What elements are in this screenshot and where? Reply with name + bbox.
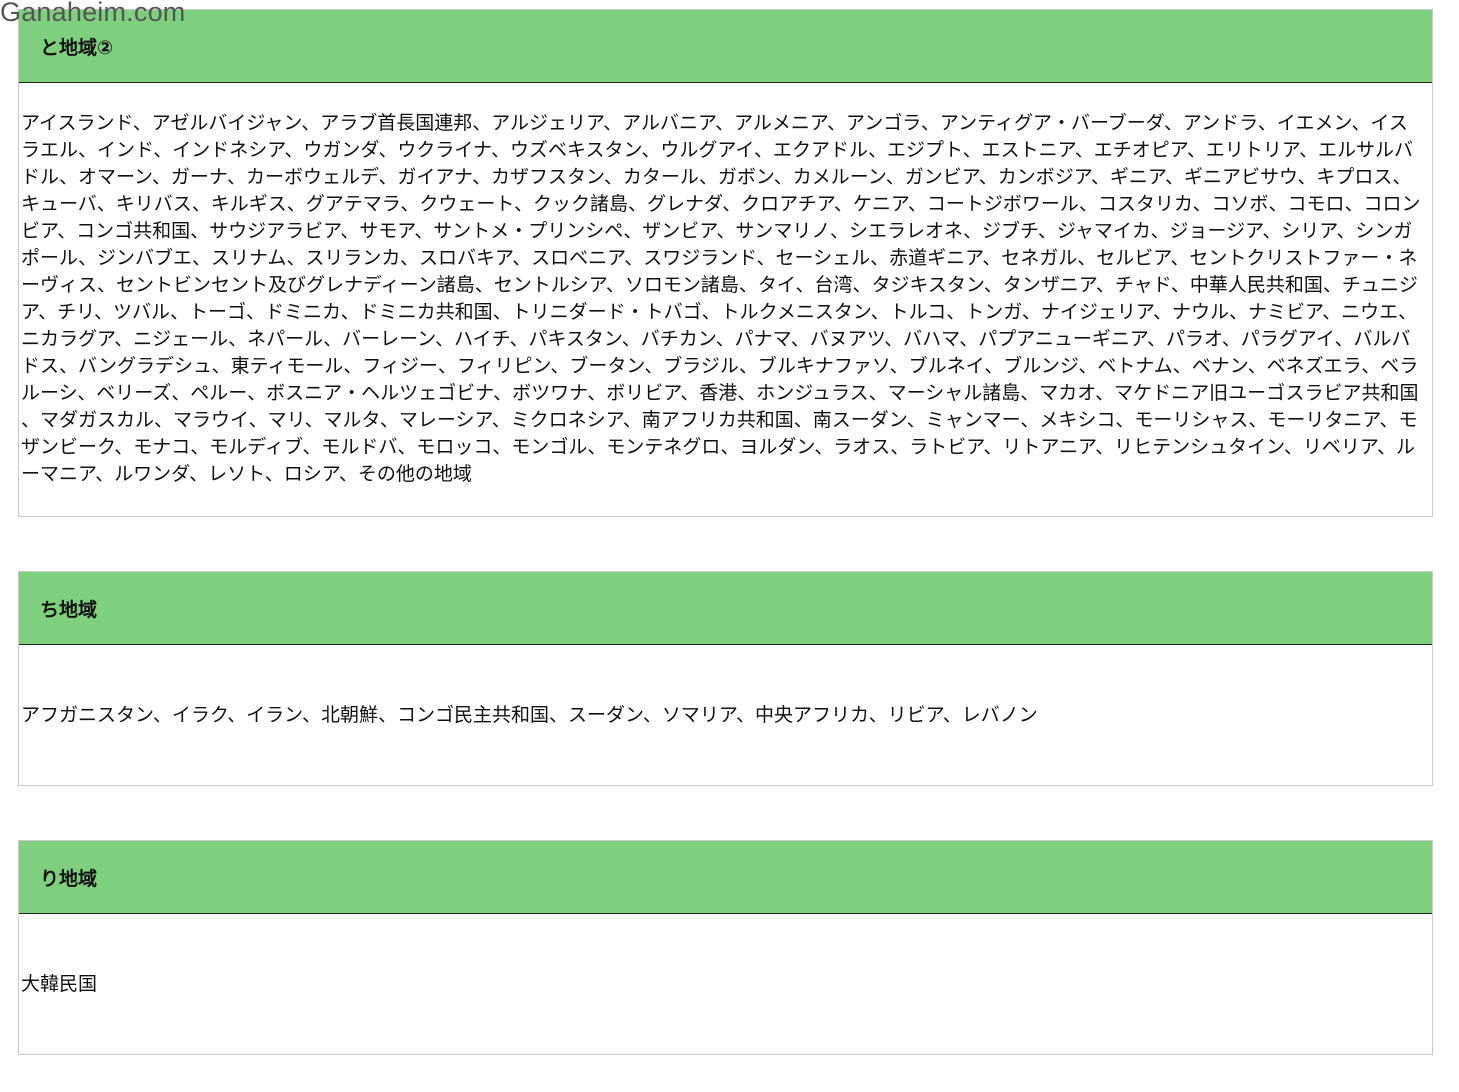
region-panel-to: と地域② アイスランド、アゼルバイジャン、アラブ首長国連邦、アルジェリア、アルバ… bbox=[18, 9, 1433, 517]
region-countries-ri: 大韓民国 bbox=[21, 972, 98, 995]
region-countries-to: アイスランド、アゼルバイジャン、アラブ首長国連邦、アルジェリア、アルバニア、アル… bbox=[21, 112, 1421, 485]
region-title-to: と地域② bbox=[19, 10, 1432, 83]
region-title-chi: ち地域 bbox=[19, 572, 1432, 645]
region-panel-chi: ち地域 アフガニスタン、イラク、イラン、北朝鮮、コンゴ民主共和国、スーダン、ソマ… bbox=[18, 571, 1433, 786]
region-title-ri: り地域 bbox=[19, 841, 1432, 914]
region-panel-ri: り地域 大韓民国 bbox=[18, 840, 1433, 1055]
site-watermark: Ganaheim.com bbox=[0, 0, 186, 27]
region-countries-chi: アフガニスタン、イラク、イラン、北朝鮮、コンゴ民主共和国、スーダン、ソマリア、中… bbox=[21, 703, 1038, 726]
